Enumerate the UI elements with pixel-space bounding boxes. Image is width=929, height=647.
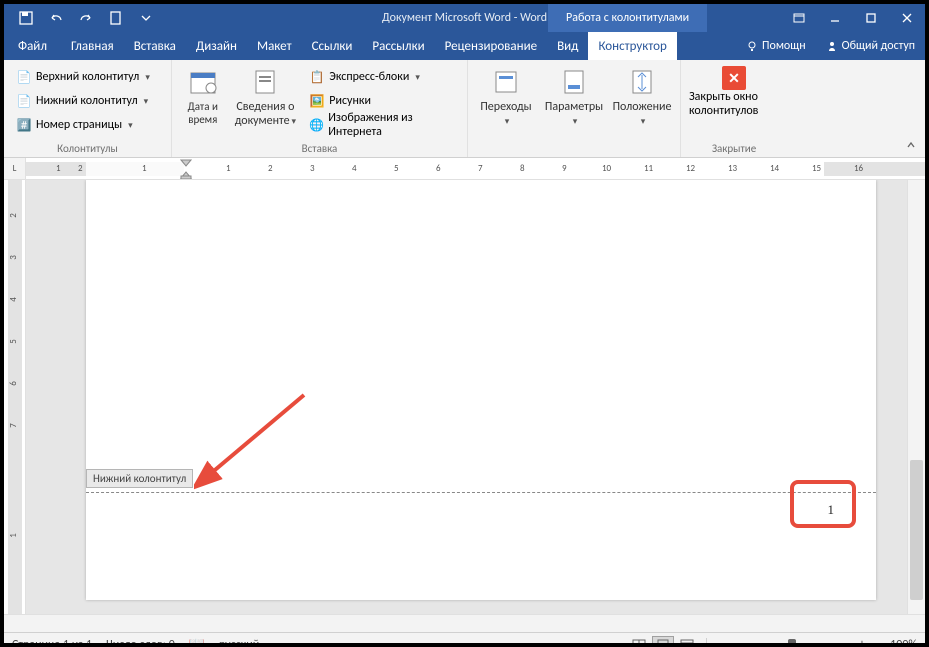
menu-mailings[interactable]: Рассылки [362,32,434,60]
horizontal-ruler[interactable]: 1 2 1 1 2 3 4 5 6 7 8 9 10 11 12 13 14 1… [26,158,925,180]
menu-file[interactable]: Файл [4,32,61,60]
view-read-button[interactable] [628,636,650,647]
gotos-icon [490,66,522,98]
spellcheck-icon[interactable]: 📖 [189,637,205,647]
annotation-arrow [194,390,314,490]
footer-icon: 📄 [16,93,32,109]
menu-layout[interactable]: Макет [247,32,302,60]
zoom-percent[interactable]: 100% [877,638,917,647]
menu-bar: Файл Главная Вставка Дизайн Макет Ссылки… [4,32,925,60]
quick-parts-button[interactable]: 📋Экспресс-блоки▾ [305,66,459,88]
chevron-down-icon: ▾ [415,72,420,83]
position-icon [626,66,658,98]
menu-share[interactable]: Общий доступ [816,32,925,60]
zoom-out-button[interactable]: − [715,637,729,647]
tab-selector[interactable]: L [4,158,26,180]
doc-info-button[interactable]: Сведения о документе▾ [234,62,298,128]
vertical-scrollbar[interactable] [907,180,925,614]
menu-view[interactable]: Вид [547,32,588,60]
footer-separator [86,492,876,493]
menu-insert[interactable]: Вставка [124,32,186,60]
context-tab-label: Работа с колонтитулами [548,4,707,32]
status-bar: Страница 1 из 1 Число слов: 0 📖 русский … [4,632,925,647]
menu-design[interactable]: Дизайн [186,32,247,60]
options-icon [558,66,590,98]
indent-marker-icon[interactable] [180,159,192,179]
online-pictures-button[interactable]: 🌐Изображения из Интернета [305,114,459,136]
minimize-button[interactable] [817,4,853,32]
view-print-button[interactable] [652,636,674,647]
calendar-icon [187,66,219,98]
chevron-down-icon: ▾ [144,96,149,107]
page-number-button[interactable]: #️⃣Номер страницы▾ [12,114,154,136]
close-window-button[interactable] [889,4,925,32]
options-button[interactable]: Параметры▾ [544,62,604,128]
quick-parts-icon: 📋 [309,69,325,85]
menu-home[interactable]: Главная [61,32,124,60]
footer-tag: Нижний колонтитул [86,469,193,488]
menu-references[interactable]: Ссылки [302,32,363,60]
online-picture-icon: 🌐 [309,117,324,133]
menu-constructor[interactable]: Конструктор [588,32,676,60]
ribbon: 📄Верхний колонтитул▾ 📄Нижний колонтитул▾… [4,60,925,158]
collapse-ribbon-button[interactable] [903,137,919,153]
chevron-down-icon: ▾ [128,120,133,131]
lightbulb-icon [746,40,758,52]
footer-button[interactable]: 📄Нижний колонтитул▾ [12,90,154,112]
title-bar: Документ Microsoft Word - Word Работа с … [4,4,925,32]
vertical-ruler[interactable]: 2 3 4 5 6 7 1 [4,180,26,614]
undo-button[interactable] [44,7,68,29]
ribbon-options-button[interactable] [781,4,817,32]
group-label: Вставка [180,140,459,157]
window-title: Документ Microsoft Word - Word [382,11,547,25]
document-info-icon [249,66,281,98]
gotos-button[interactable]: Переходы▾ [476,62,536,128]
qat-more-button[interactable] [134,7,158,29]
date-time-button[interactable]: Дата и время [180,62,226,126]
status-words[interactable]: Число слов: 0 [106,638,175,647]
maximize-button[interactable] [853,4,889,32]
position-button[interactable]: Положение▾ [612,62,672,128]
header-button[interactable]: 📄Верхний колонтитул▾ [12,66,154,88]
group-label: Закрытие [689,140,779,157]
status-language[interactable]: русский [219,638,259,647]
close-header-footer-button[interactable]: ✕ Закрыть окно колонтитулов [689,62,779,118]
view-web-button[interactable] [676,636,698,647]
redo-button[interactable] [74,7,98,29]
new-button[interactable] [104,7,128,29]
group-label: Колонтитулы [12,140,163,157]
annotation-highlight [790,480,856,528]
page-number-icon: #️⃣ [16,117,32,133]
picture-icon: 🖼️ [309,93,325,109]
pictures-button[interactable]: 🖼️Рисунки [305,90,459,112]
chevron-down-icon: ▾ [145,72,150,83]
save-button[interactable] [14,7,38,29]
header-icon: 📄 [16,69,32,85]
menu-review[interactable]: Рецензирование [435,32,547,60]
document-canvas[interactable]: Нижний колонтитул 1 [26,180,907,614]
ruler-area: L 1 2 1 1 2 3 4 5 6 7 8 9 10 11 12 13 14… [4,158,925,180]
zoom-in-button[interactable]: + [855,637,869,647]
close-icon: ✕ [722,66,746,90]
status-page[interactable]: Страница 1 из 1 [12,638,92,647]
group-label [476,140,672,157]
horizontal-scrollbar[interactable] [4,614,925,632]
zoom-slider[interactable] [737,643,847,647]
share-icon [826,40,838,52]
menu-help[interactable]: Помощн [736,32,816,60]
